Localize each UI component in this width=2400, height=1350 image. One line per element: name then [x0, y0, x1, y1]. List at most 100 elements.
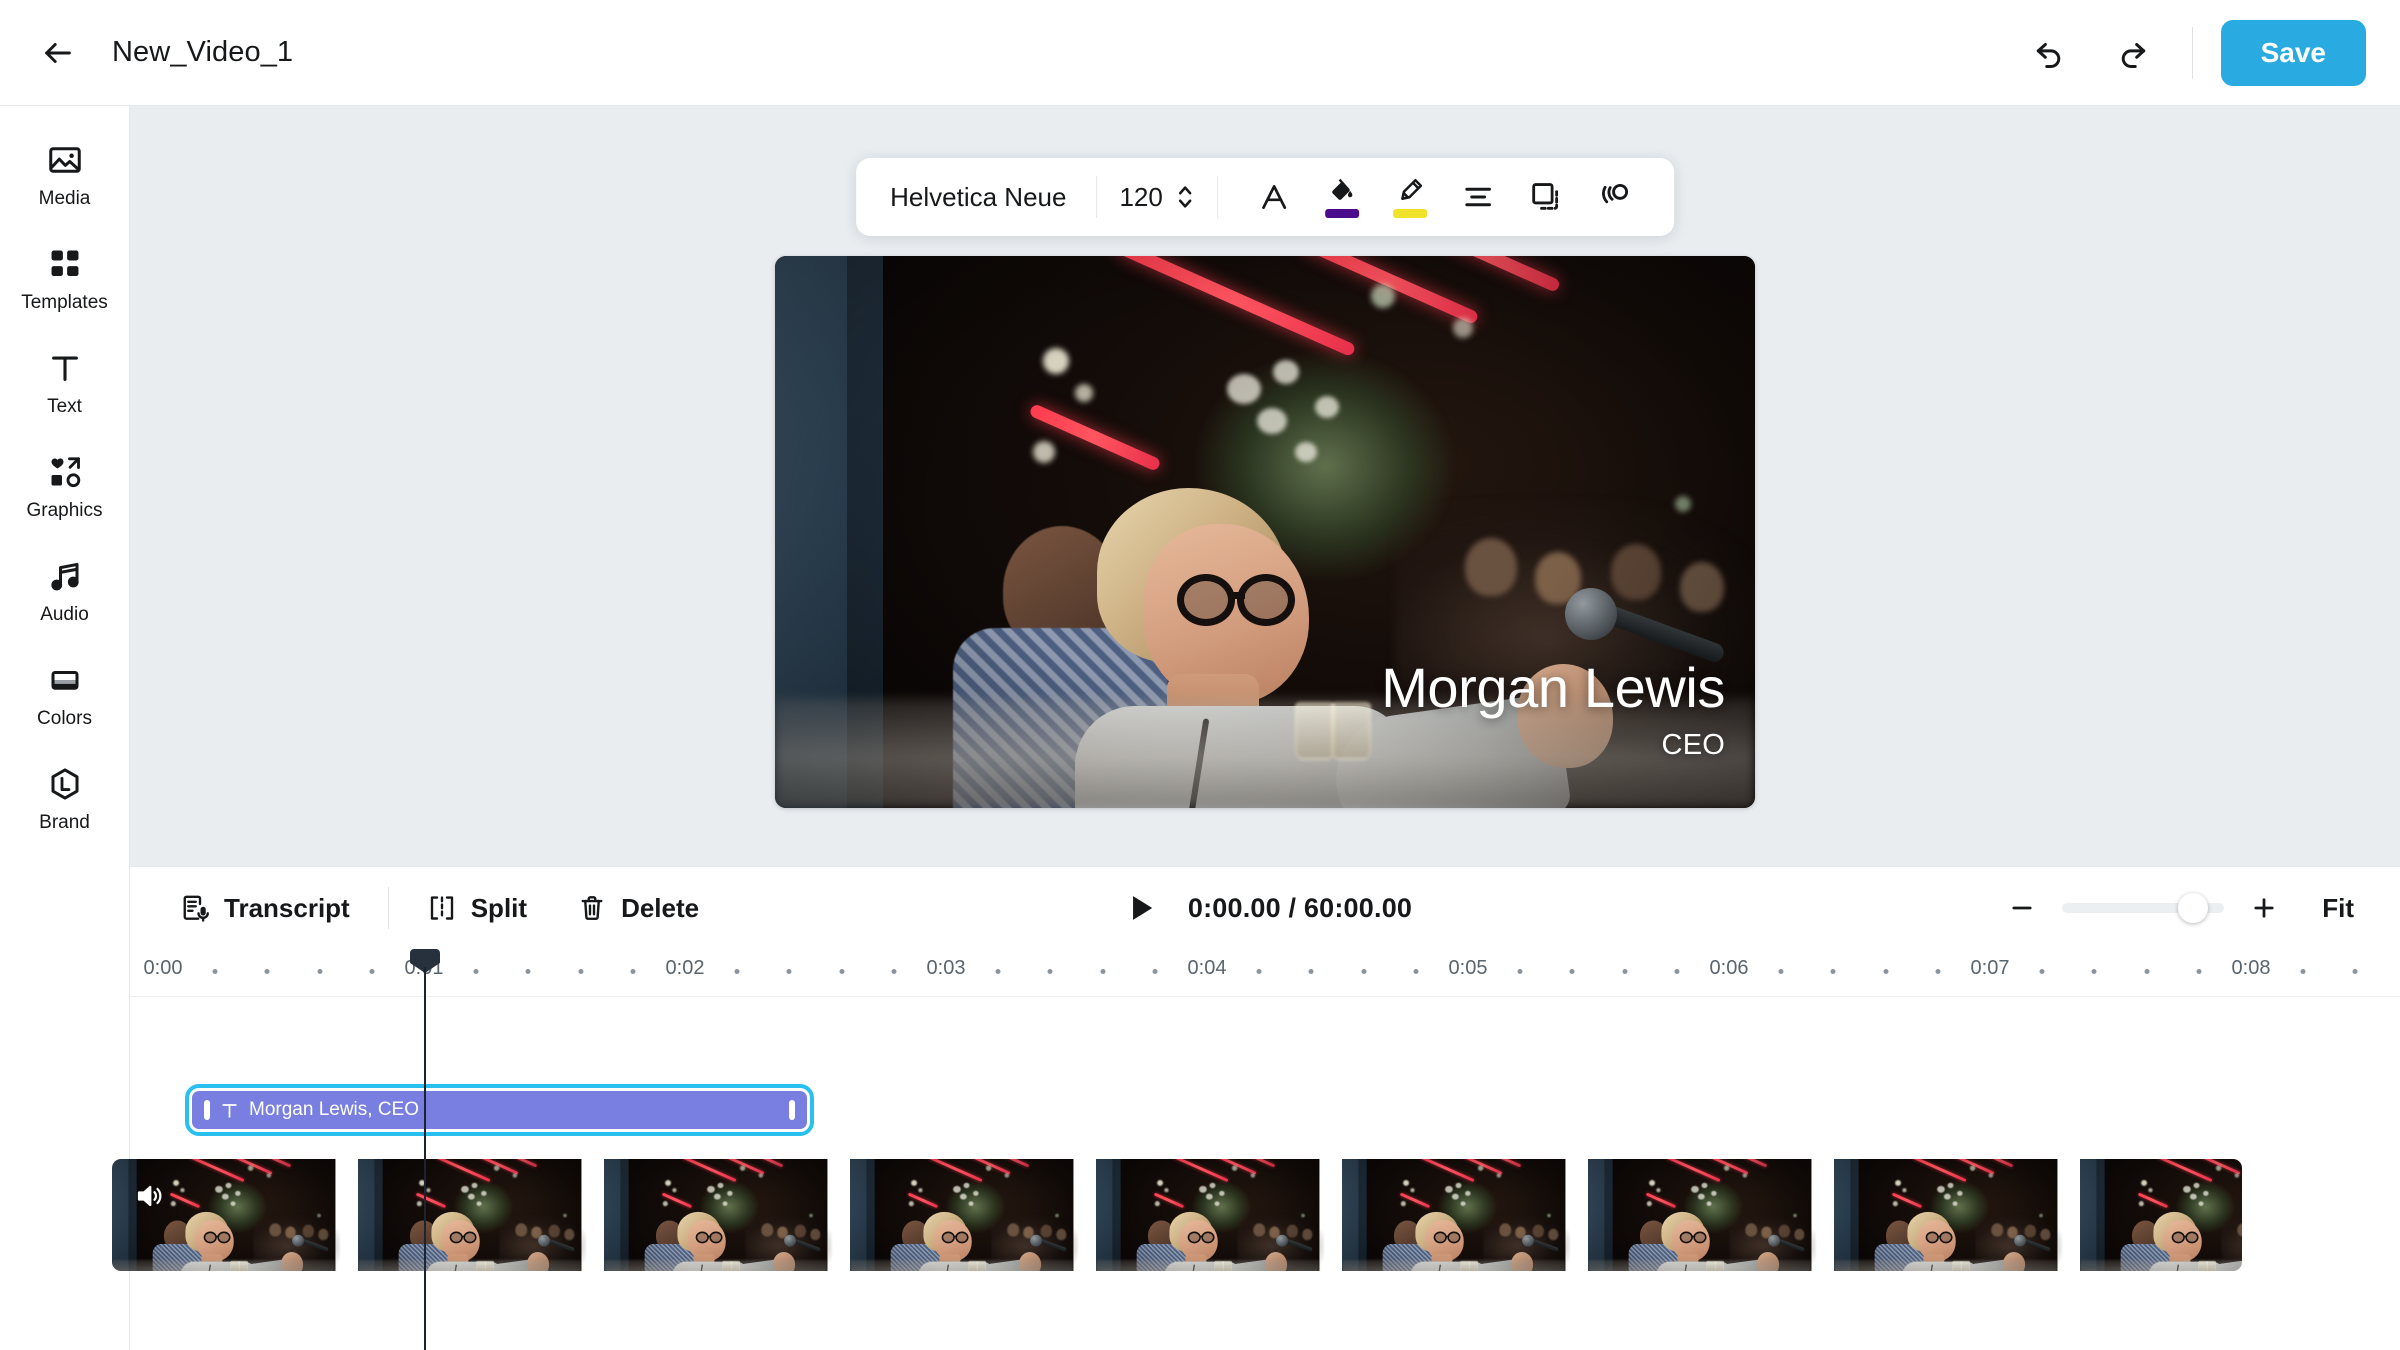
music-note-icon [45, 556, 85, 596]
sidebar-item-media[interactable]: Media [11, 128, 119, 218]
sidebar-item-graphics[interactable]: Graphics [11, 440, 119, 530]
grid-squares-icon [45, 244, 85, 284]
play-icon [1124, 891, 1158, 925]
ruler-tick [1674, 969, 1679, 974]
video-thumbnail [112, 1159, 358, 1271]
video-thumbnail [1834, 1159, 2080, 1271]
video-thumbnail [2080, 1159, 2242, 1271]
paint-bucket-icon [1326, 176, 1358, 206]
font-size-value: 120 [1119, 182, 1162, 213]
sidebar-item-colors[interactable]: Colors [11, 648, 119, 738]
redo-button[interactable] [2100, 22, 2162, 84]
toolbar-divider [1217, 176, 1218, 218]
sidebar-item-templates[interactable]: Templates [11, 232, 119, 322]
animate-button[interactable] [1585, 168, 1643, 226]
ruler-tick [996, 969, 1001, 974]
transcript-button[interactable]: Transcript [164, 883, 366, 934]
ruler-tick [630, 969, 635, 974]
ruler-tick [2092, 969, 2097, 974]
video-editor-app: New_Video_1 Save [0, 0, 2400, 1350]
highlight-color-button[interactable] [1381, 168, 1439, 226]
sidebar-item-label: Text [47, 397, 82, 416]
ruler-tick [1779, 969, 1784, 974]
split-button[interactable]: Split [411, 883, 543, 934]
font-size-stepper[interactable]: 120 [1119, 182, 1194, 213]
align-button[interactable] [1449, 168, 1507, 226]
overlay-name-text[interactable]: Morgan Lewis [1381, 660, 1725, 716]
play-button[interactable] [1118, 885, 1164, 931]
sidebar-item-label: Audio [40, 605, 89, 624]
header-divider [2192, 27, 2193, 79]
image-icon [45, 140, 85, 180]
text-t-icon [220, 1101, 239, 1120]
fill-color-swatch [1325, 209, 1359, 218]
project-title[interactable]: New_Video_1 [112, 36, 293, 69]
ruler-tick [1413, 969, 1418, 974]
split-brackets-icon [427, 893, 457, 923]
sidebar-item-audio[interactable]: Audio [11, 544, 119, 634]
video-thumbnail [358, 1159, 604, 1271]
save-button[interactable]: Save [2221, 20, 2366, 86]
clip-left-handle[interactable] [204, 1100, 210, 1120]
ruler-label: 0:00 [144, 957, 183, 980]
letter-a-icon [1257, 180, 1291, 214]
sidebar-item-text[interactable]: Text [11, 336, 119, 426]
ruler-tick [1622, 969, 1627, 974]
ruler-tick [1935, 969, 1940, 974]
highlighter-icon [1394, 176, 1426, 206]
header-bar: New_Video_1 Save [0, 0, 2400, 106]
ruler-tick [735, 969, 740, 974]
video-thumbnail [1096, 1159, 1342, 1271]
clip-label: Morgan Lewis, CEO [249, 1099, 419, 1121]
ruler-label: 0:07 [1971, 957, 2010, 980]
ruler-label: 0:06 [1710, 957, 1749, 980]
text-clip[interactable]: Morgan Lewis, CEO [192, 1091, 807, 1129]
font-family-select[interactable]: Helvetica Neue [882, 182, 1074, 213]
color-swatch-icon [45, 660, 85, 700]
transcript-label: Transcript [224, 893, 350, 924]
header-actions: Save [2020, 20, 2400, 86]
ruler-tick [1570, 969, 1575, 974]
ruler-tick [2353, 969, 2358, 974]
ruler-tick [1518, 969, 1523, 974]
shapes-icon [45, 452, 85, 492]
zoom-in-button[interactable] [2242, 886, 2286, 930]
overlay-role-text[interactable]: CEO [1662, 731, 1725, 760]
zoom-slider-thumb[interactable] [2178, 893, 2208, 923]
sidebar-item-label: Colors [37, 709, 92, 728]
zoom-controls: Fit [2000, 885, 2366, 932]
ruler-label: 0:05 [1449, 957, 1488, 980]
delete-label: Delete [621, 893, 699, 924]
sidebar-item-label: Media [39, 189, 91, 208]
delete-button[interactable]: Delete [561, 883, 715, 934]
sidebar-item-label: Graphics [26, 501, 102, 520]
ruler-label: 0:02 [666, 957, 705, 980]
fit-button[interactable]: Fit [2310, 885, 2366, 932]
back-button[interactable] [30, 25, 86, 81]
undo-button[interactable] [2020, 22, 2082, 84]
text-style-button[interactable] [1245, 168, 1303, 226]
ruler-tick [1309, 969, 1314, 974]
zoom-slider[interactable] [2062, 903, 2224, 913]
video-thumbnail [1588, 1159, 1834, 1271]
undo-icon [2034, 36, 2068, 70]
video-preview[interactable]: Morgan Lewis CEO [775, 256, 1755, 808]
fill-color-button[interactable] [1313, 168, 1371, 226]
speaker-on-icon[interactable] [130, 1179, 168, 1213]
ruler-tick [317, 969, 322, 974]
ruler-tick [2040, 969, 2045, 974]
timeline-ruler[interactable]: 0:000:010:020:030:040:050:060:070:08 [130, 949, 2400, 997]
ruler-tick [213, 969, 218, 974]
sidebar-item-label: Brand [39, 813, 90, 832]
ruler-label: 0:04 [1188, 957, 1227, 980]
preview-canvas: Helvetica Neue 120 [130, 106, 2400, 866]
toolbar-divider [388, 887, 389, 929]
zoom-out-button[interactable] [2000, 886, 2044, 930]
ruler-tick [474, 969, 479, 974]
text-t-icon [45, 348, 85, 388]
layers-button[interactable] [1517, 168, 1575, 226]
clip-right-handle[interactable] [789, 1100, 795, 1120]
sidebar-item-brand[interactable]: Brand [11, 752, 119, 842]
video-clip[interactable] [112, 1159, 2242, 1271]
redo-icon [2114, 36, 2148, 70]
